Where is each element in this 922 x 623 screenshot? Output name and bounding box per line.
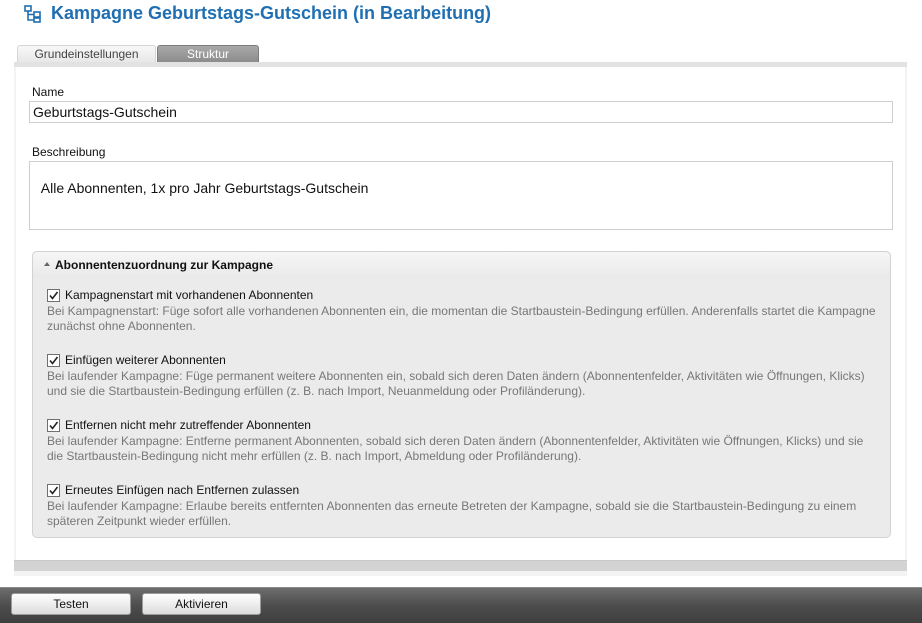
einfuegen-checkbox[interactable] [47, 354, 60, 367]
tab-grundeinstellungen[interactable]: Grundeinstellungen [17, 45, 156, 63]
name-label: Name [32, 85, 65, 99]
collapse-arrow-icon[interactable] [44, 262, 50, 266]
panel-bottom-bar [14, 560, 907, 571]
erneutes-einfuegen-description: Bei laufender Kampagne: Erlaube bereits … [47, 499, 857, 528]
assignment-box-title: Abonnentenzuordnung zur Kampagne [55, 258, 273, 272]
description-label: Beschreibung [32, 145, 106, 159]
einfuegen-label[interactable]: Einfügen weiterer Abonnenten [65, 353, 226, 367]
footer-toolbar: Testen Aktivieren [0, 587, 922, 623]
activate-button[interactable]: Aktivieren [142, 593, 261, 615]
tab-struktur[interactable]: Struktur [157, 45, 259, 63]
page-title: Kampagne Geburtstags-Gutschein (in Bearb… [51, 3, 492, 23]
kampagnenstart-description: Bei Kampagnenstart: Füge sofort alle vor… [47, 304, 876, 333]
assignment-box-header[interactable]: Abonnentenzuordnung zur Kampagne [33, 252, 890, 278]
resize-grip-icon[interactable] [881, 218, 889, 263]
description-textarea[interactable]: Alle Abonnenten, 1x pro Jahr Geburtstags… [29, 161, 893, 263]
erneutes-einfuegen-label[interactable]: Erneutes Einfügen nach Entfernen zulasse… [65, 483, 299, 497]
test-button[interactable]: Testen [11, 593, 131, 615]
einfuegen-description: Bei laufender Kampagne: Füge permanent w… [47, 369, 865, 398]
entfernen-description: Bei laufender Kampagne: Entferne permane… [47, 434, 864, 463]
entfernen-checkbox[interactable] [47, 419, 60, 432]
title-bar: Kampagne Geburtstags-Gutschein (in Bearb… [0, 0, 922, 32]
name-input[interactable] [29, 101, 893, 123]
subscriber-assignment-box: Abonnentenzuordnung zur Kampagne Kampagn… [32, 251, 891, 538]
kampagnenstart-checkbox[interactable] [47, 289, 60, 302]
kampagnenstart-label[interactable]: Kampagnenstart mit vorhandenen Abonnente… [65, 288, 313, 302]
workflow-icon [24, 5, 42, 23]
entfernen-label[interactable]: Entfernen nicht mehr zutreffender Abonne… [65, 418, 311, 432]
erneutes-einfuegen-checkbox[interactable] [47, 484, 60, 497]
description-text: Alle Abonnenten, 1x pro Jahr Geburtstags… [40, 180, 369, 196]
